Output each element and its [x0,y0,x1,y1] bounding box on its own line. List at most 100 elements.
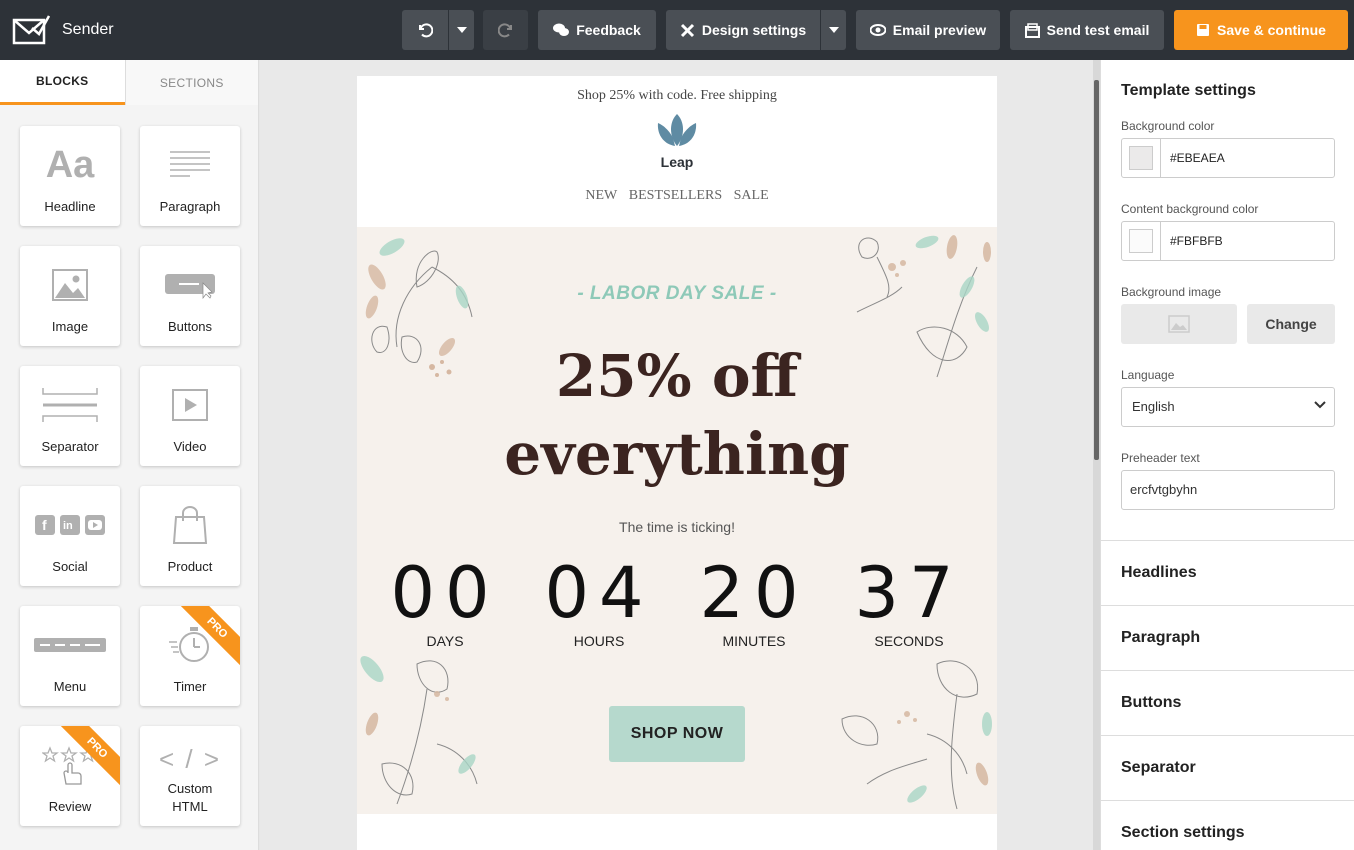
block-custom-html[interactable]: < / > Custom HTML [140,726,240,826]
undo-icon [419,23,433,38]
comments-icon [553,23,570,37]
design-settings-dropdown[interactable] [820,10,846,50]
block-video[interactable]: Video [140,366,240,466]
bg-color-field[interactable]: #EBEAEA [1121,138,1335,178]
top-toolbar: Sender Feedback Design settings Email pr… [0,0,1354,60]
redo-button[interactable] [483,10,528,50]
image-icon [20,264,120,306]
countdown-value: 37 [854,552,964,634]
language-label: Language [1121,368,1175,382]
app-name: Sender [62,21,114,38]
bg-image-label: Background image [1121,285,1222,299]
floral-decoration-icon [841,660,992,810]
countdown-unit: MINUTES [722,633,786,649]
svg-text:in: in [63,520,73,532]
bg-image-preview[interactable] [1121,304,1237,344]
send-test-label: Send test email [1046,22,1150,38]
design-settings-label: Design settings [701,22,807,38]
email-preheader-text[interactable]: Shop 25% with code. Free shipping [357,88,997,104]
email-canvas: Shop 25% with code. Free shipping Leap N… [260,60,1096,850]
content-bg-color-value[interactable]: #FBFBFB [1170,234,1223,248]
block-headline[interactable]: Aa Headline [20,126,120,226]
block-label: Custom HTML [167,781,213,814]
block-image[interactable]: Image [20,246,120,346]
hero-headline[interactable]: 25% off everything [357,337,997,493]
color-swatch[interactable] [1122,139,1161,177]
email-preview-label: Email preview [892,22,987,38]
settings-panel: Template settings Background color #EBEA… [1100,60,1354,850]
block-buttons[interactable]: Buttons [140,246,240,346]
countdown-unit: HOURS [573,633,625,649]
feedback-button[interactable]: Feedback [538,10,656,50]
panel-tabs: BLOCKS SECTIONS [0,60,258,105]
block-label: Product [167,559,213,574]
section-paragraph[interactable]: Paragraph [1101,605,1354,670]
email-preview-button[interactable]: Email preview [856,10,1000,50]
bg-color-value[interactable]: #EBEAEA [1170,151,1225,165]
sale-label[interactable]: - LABOR DAY SALE - [357,283,997,305]
preheader-label: Preheader text [1121,451,1200,465]
save-continue-button[interactable]: Save & continue [1174,10,1348,50]
block-social[interactable]: f in Social [20,486,120,586]
bg-color-label: Background color [1121,119,1215,133]
email-menu-item[interactable]: BESTSELLERS [629,188,722,203]
save-continue-label: Save & continue [1217,22,1326,38]
block-menu[interactable]: Menu [20,606,120,706]
countdown-unit: DAYS [426,633,464,649]
eye-icon [869,24,886,36]
countdown-minutes[interactable]: 20 MINUTES [679,555,829,649]
content-bg-color-field[interactable]: #FBFBFB [1121,221,1335,261]
send-test-email-button[interactable]: Send test email [1010,10,1164,50]
feedback-label: Feedback [576,22,641,38]
block-timer[interactable]: Timer PRO [140,606,240,706]
language-select[interactable]: English [1121,387,1335,427]
separator-icon [20,384,120,426]
email-menu-item[interactable]: NEW [585,188,617,203]
email-menu-item[interactable]: SALE [734,188,769,203]
countdown-days[interactable]: 00 DAYS [370,555,520,649]
image-placeholder-icon [1168,315,1190,333]
canvas-scrollbar-thumb[interactable] [1094,80,1099,460]
tab-sections[interactable]: SECTIONS [124,60,258,105]
shop-now-button[interactable]: SHOP NOW [609,706,745,762]
ticking-text[interactable]: The time is ticking! [357,519,997,535]
section-separator[interactable]: Separator [1101,735,1354,800]
section-buttons[interactable]: Buttons [1101,670,1354,735]
countdown-hours[interactable]: 04 HOURS [524,555,674,649]
chevron-down-icon [828,27,839,33]
color-swatch[interactable] [1122,222,1161,260]
undo-button[interactable] [402,10,448,50]
design-settings-button[interactable]: Design settings [666,10,820,50]
app-logo[interactable]: Sender [12,14,114,46]
menu-icon [20,624,120,666]
block-label: Separator [41,439,99,454]
undo-history-dropdown[interactable] [448,10,474,50]
block-label: Image [51,319,89,334]
countdown-value: 20 [699,552,809,634]
countdown-value: 04 [544,552,654,634]
block-paragraph[interactable]: Paragraph [140,126,240,226]
block-review[interactable]: Review PRO [20,726,120,826]
paragraph-icon [140,144,240,186]
section-section-settings[interactable]: Section settings [1101,800,1354,850]
button-icon [140,264,240,306]
lotus-logo-icon[interactable] [654,112,700,148]
section-headlines[interactable]: Headlines [1101,540,1354,605]
chevron-down-icon [456,27,467,33]
headline-icon: Aa [45,143,95,186]
preheader-input[interactable]: ercfvtgbyhn [1121,470,1335,510]
countdown-seconds[interactable]: 37 SECONDS [834,555,984,649]
email-template[interactable]: Shop 25% with code. Free shipping Leap N… [357,76,997,850]
change-bg-image-button[interactable]: Change [1247,304,1335,344]
block-label: Paragraph [159,199,221,214]
block-label: Timer [173,679,207,694]
template-settings-title: Template settings [1121,82,1256,99]
floppy-disk-icon [1196,23,1210,37]
block-separator[interactable]: Separator [20,366,120,466]
language-value: English [1132,399,1175,414]
tab-blocks[interactable]: BLOCKS [0,60,125,105]
redo-icon [497,23,512,38]
email-nav-menu[interactable]: NEW BESTSELLERS SALE [357,188,997,204]
block-product[interactable]: Product [140,486,240,586]
hero-section[interactable]: - LABOR DAY SALE - 25% off everything Th… [357,227,997,814]
